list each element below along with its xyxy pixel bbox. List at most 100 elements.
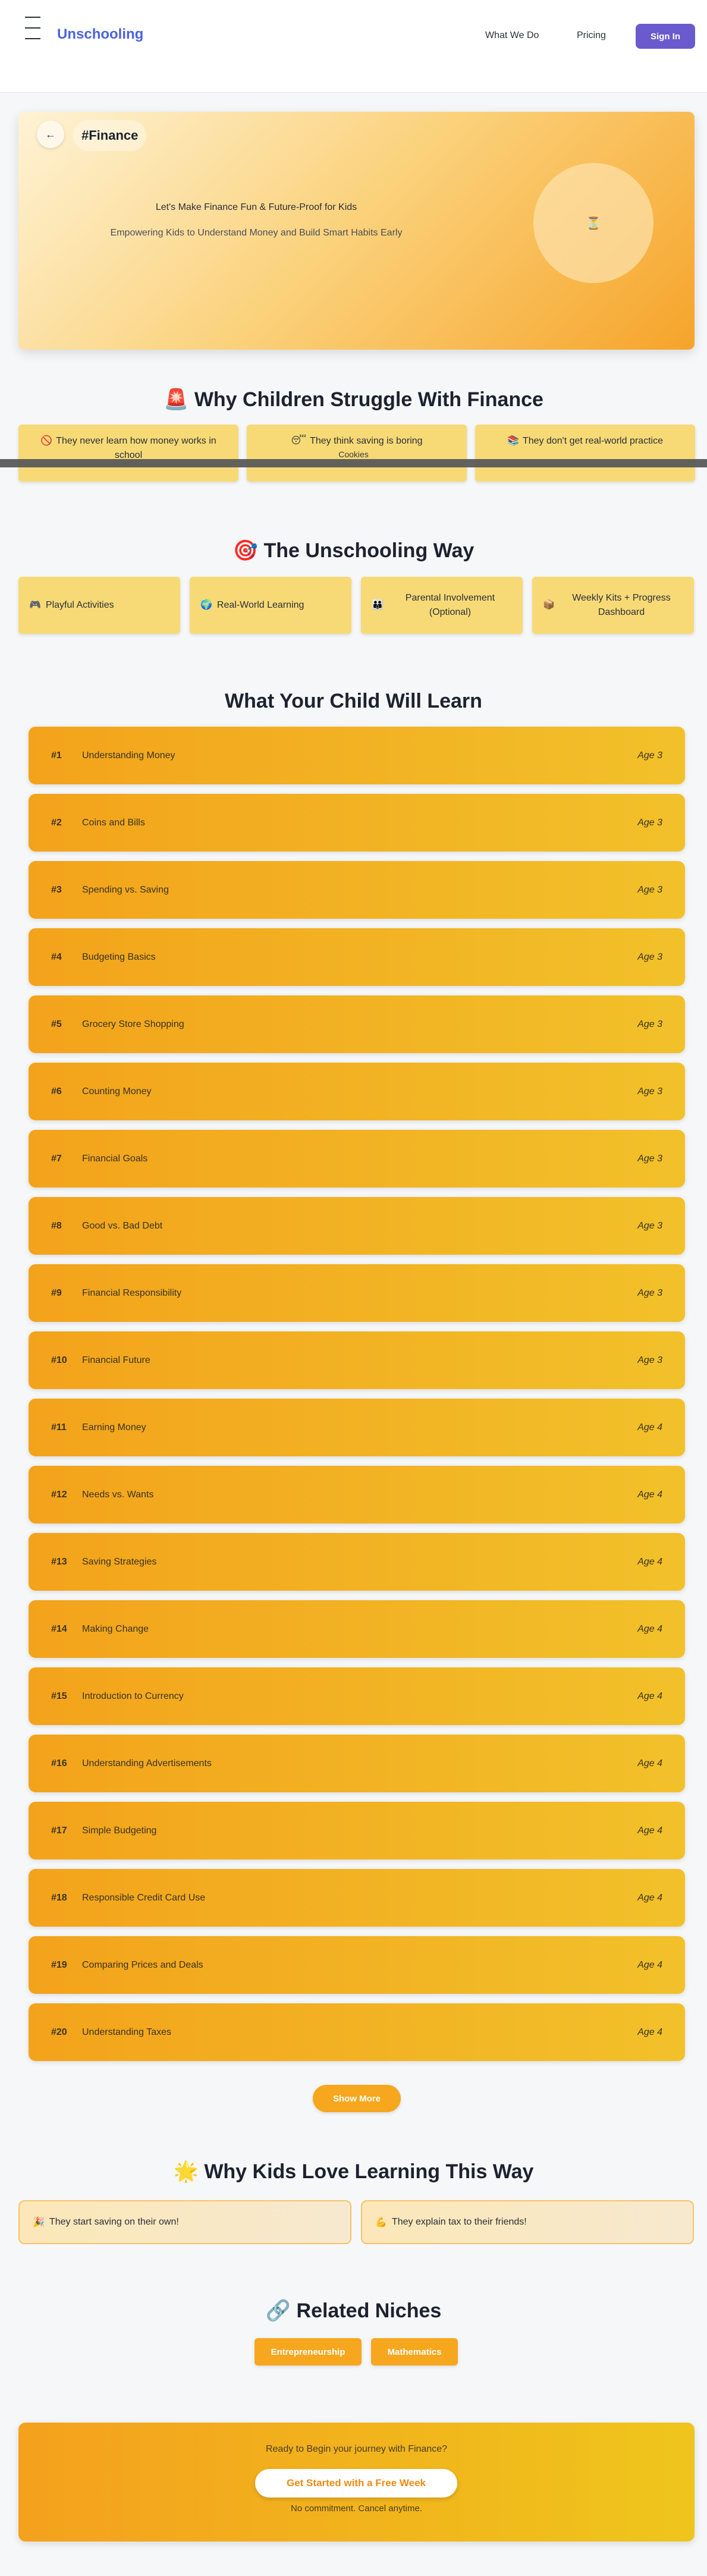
learn-item-number: #11: [51, 1422, 67, 1432]
learn-item-age: Age 3: [637, 1287, 662, 1298]
learn-item-number: #3: [51, 884, 62, 895]
learn-item[interactable]: #2 Coins and Bills Age 3: [29, 794, 685, 852]
learn-item[interactable]: #19 Comparing Prices and Deals Age 4: [29, 1936, 685, 1994]
sleepy-face-icon: 😴: [291, 436, 307, 446]
learn-item-title: Responsible Credit Card Use: [82, 1892, 206, 1903]
learn-item[interactable]: #3 Spending vs. Saving Age 3: [29, 861, 685, 919]
love-heading: 🌟 Why Kids Love Learning This Way: [173, 2160, 534, 2183]
learn-item-age: Age 3: [637, 1355, 662, 1365]
learn-item-number: #9: [51, 1287, 62, 1298]
learn-item-number: #7: [51, 1153, 62, 1164]
nav-link-pricing[interactable]: Pricing: [577, 30, 606, 41]
learn-item-number: #20: [51, 2027, 67, 2037]
star-icon: 🌟: [173, 2160, 199, 2183]
learn-item[interactable]: #20 Understanding Taxes Age 4: [29, 2003, 685, 2061]
learn-item-number: #4: [51, 951, 62, 962]
learn-item[interactable]: #18 Responsible Credit Card Use Age 4: [29, 1869, 685, 1927]
get-started-button[interactable]: Get Started with a Free Week: [255, 2469, 457, 2498]
learn-item-number: #5: [51, 1019, 62, 1029]
learn-item-age: Age 3: [637, 1220, 662, 1231]
show-more-button[interactable]: Show More: [313, 2085, 401, 2112]
learn-item[interactable]: #10 Financial Future Age 3: [29, 1331, 685, 1389]
learn-item-number: #1: [51, 750, 62, 761]
learn-item-age: Age 4: [637, 1623, 662, 1634]
learn-item[interactable]: #8 Good vs. Bad Debt Age 3: [29, 1197, 685, 1255]
learn-item-age: Age 4: [637, 2027, 662, 2037]
learn-item[interactable]: #9 Financial Responsibility Age 3: [29, 1264, 685, 1322]
way-card: 🌍 Real-World Learning: [190, 577, 351, 634]
learn-item-number: #19: [51, 1959, 67, 1970]
link-icon: 🔗: [265, 2299, 291, 2322]
cta-title: Ready to Begin your journey with Finance…: [265, 2444, 448, 2454]
learn-item[interactable]: #16 Understanding Advertisements Age 4: [29, 1735, 685, 1792]
learn-item-age: Age 3: [637, 817, 662, 828]
learn-item-age: Age 3: [637, 884, 662, 895]
way-card: 🎮 Playful Activities: [18, 577, 180, 634]
learn-item-number: #13: [51, 1556, 67, 1567]
hamburger-menu-icon[interactable]: [25, 17, 40, 49]
learn-item[interactable]: #14 Making Change Age 4: [29, 1600, 685, 1658]
hero-banner: ← #Finance Let's Make Finance Fun & Futu…: [18, 112, 695, 350]
prohibited-icon: 🚫: [40, 436, 53, 446]
learn-item-number: #17: [51, 1825, 67, 1836]
books-icon: 📚: [507, 436, 519, 446]
learn-item[interactable]: #13 Saving Strategies Age 4: [29, 1533, 685, 1591]
learn-item[interactable]: #12 Needs vs. Wants Age 4: [29, 1466, 685, 1523]
learn-item-age: Age 3: [637, 951, 662, 962]
learn-item-number: #12: [51, 1489, 67, 1500]
hero-subtitle: Empowering Kids to Understand Money and …: [110, 228, 403, 238]
struggle-heading: 🚨 Why Children Struggle With Finance: [164, 388, 543, 411]
learn-item[interactable]: #6 Counting Money Age 3: [29, 1063, 685, 1120]
hourglass-icon: ⏳: [586, 216, 601, 230]
cookie-banner-bar[interactable]: [0, 459, 707, 467]
learn-item-number: #14: [51, 1623, 67, 1634]
learn-item-title: Introduction to Currency: [82, 1691, 184, 1701]
flexed-biceps-icon: 💪: [375, 2217, 387, 2228]
love-card: 🎉 They start saving on their own!: [18, 2200, 351, 2244]
niche-entrepreneurship[interactable]: Entrepreneurship: [254, 2338, 362, 2365]
related-heading: 🔗 Related Niches: [265, 2299, 442, 2322]
learn-item[interactable]: #17 Simple Budgeting Age 4: [29, 1802, 685, 1859]
learn-item[interactable]: #7 Financial Goals Age 3: [29, 1130, 685, 1188]
learn-item-number: #10: [51, 1355, 67, 1365]
learn-item-title: Financial Goals: [82, 1153, 148, 1164]
family-icon: 👪: [372, 600, 384, 610]
niche-mathematics[interactable]: Mathematics: [371, 2338, 458, 2365]
learn-item-age: Age 3: [637, 750, 662, 761]
learn-item[interactable]: #1 Understanding Money Age 3: [29, 727, 685, 784]
learn-item-title: Spending vs. Saving: [82, 884, 169, 895]
cta-panel: Ready to Begin your journey with Finance…: [18, 2423, 695, 2542]
learn-item-age: Age 3: [637, 1153, 662, 1164]
learn-item[interactable]: #15 Introduction to Currency Age 4: [29, 1667, 685, 1725]
learn-item-age: Age 4: [637, 1959, 662, 1970]
package-icon: 📦: [543, 600, 555, 610]
learn-item-number: #16: [51, 1758, 67, 1768]
love-card: 💪 They explain tax to their friends!: [361, 2200, 694, 2244]
sign-in-button[interactable]: Sign In: [636, 24, 695, 49]
party-popper-icon: 🎉: [33, 2217, 45, 2228]
learn-heading: What Your Child Will Learn: [225, 690, 482, 712]
learn-item-title: Good vs. Bad Debt: [82, 1220, 163, 1231]
brand-logo[interactable]: Unschooling: [57, 26, 143, 43]
learn-item[interactable]: #11 Earning Money Age 4: [29, 1399, 685, 1456]
hero-tag: #Finance: [73, 120, 147, 151]
learn-item-number: #2: [51, 817, 62, 828]
hero-illustration-circle: ⏳: [533, 163, 653, 283]
arrow-left-icon[interactable]: ←: [37, 121, 64, 148]
learn-item-number: #15: [51, 1691, 67, 1701]
target-icon: 🎯: [232, 539, 258, 562]
learn-item-number: #18: [51, 1892, 67, 1903]
learn-item-age: Age 4: [637, 1556, 662, 1567]
learn-item-title: Understanding Taxes: [82, 2027, 172, 2037]
learn-item-title: Making Change: [82, 1623, 149, 1634]
learn-item-title: Earning Money: [82, 1422, 146, 1432]
game-controller-icon: 🎮: [29, 600, 41, 610]
siren-icon: 🚨: [164, 388, 189, 411]
learn-item-title: Coins and Bills: [82, 817, 145, 828]
learn-item-age: Age 3: [637, 1086, 662, 1097]
nav-link-what-we-do[interactable]: What We Do: [485, 30, 539, 41]
learn-item-title: Financial Future: [82, 1355, 150, 1365]
learn-item[interactable]: #5 Grocery Store Shopping Age 3: [29, 995, 685, 1053]
learn-item-title: Counting Money: [82, 1086, 152, 1097]
learn-item[interactable]: #4 Budgeting Basics Age 3: [29, 928, 685, 986]
